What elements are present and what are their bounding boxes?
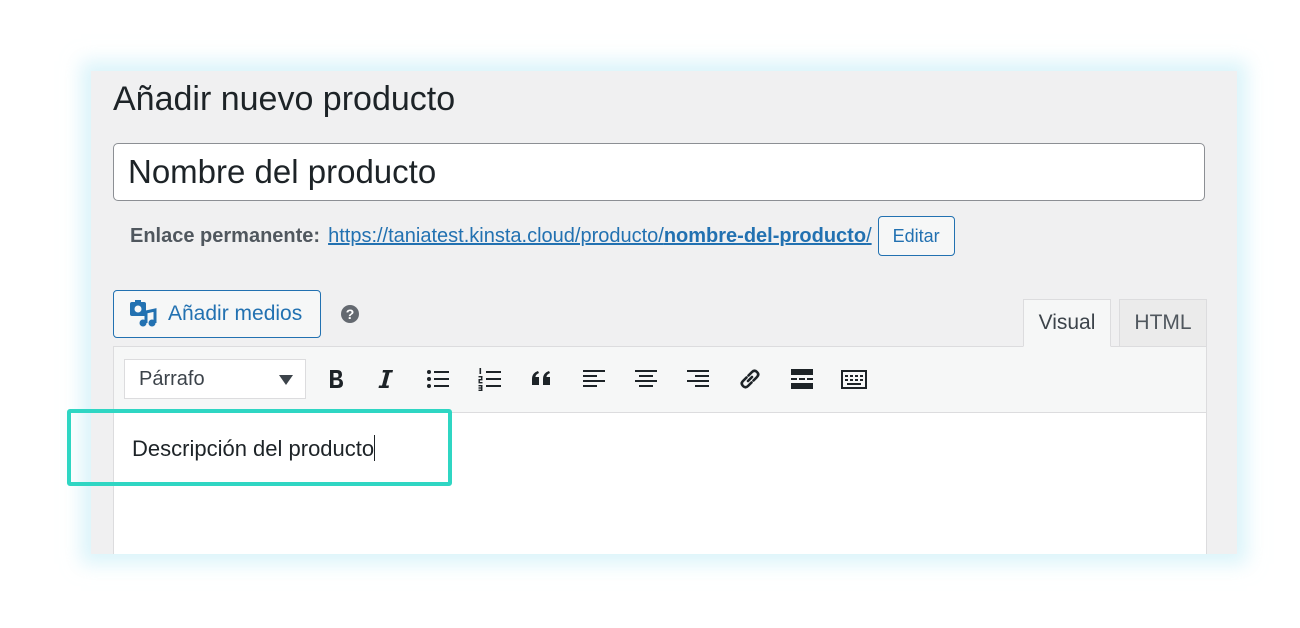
permalink-url-base: https://taniatest.kinsta.cloud/producto/ xyxy=(328,224,664,247)
format-select[interactable]: Párrafo xyxy=(124,359,306,399)
permalink-slug: nombre-del-producto xyxy=(663,224,867,247)
page-title: Añadir nuevo producto xyxy=(113,80,456,118)
product-title-input[interactable]: Nombre del producto xyxy=(113,143,1205,201)
description-highlight-box xyxy=(67,409,452,486)
blockquote-icon[interactable] xyxy=(526,363,558,395)
bold-icon[interactable] xyxy=(320,363,352,395)
chevron-down-icon xyxy=(279,375,293,385)
permalink-url-trail: / xyxy=(866,224,872,247)
align-left-icon[interactable] xyxy=(578,363,610,395)
tab-visual[interactable]: Visual xyxy=(1023,299,1111,347)
permalink-label: Enlace permanente: xyxy=(130,224,321,247)
tab-html[interactable]: HTML xyxy=(1119,299,1207,347)
italic-icon[interactable] xyxy=(370,363,402,395)
numbered-list-icon[interactable] xyxy=(474,363,506,395)
link-icon[interactable] xyxy=(734,363,766,395)
edit-permalink-button[interactable]: Editar xyxy=(877,216,955,256)
bulleted-list-icon[interactable] xyxy=(422,363,454,395)
permalink-row: Enlace permanente: https://taniatest.kin… xyxy=(130,215,955,257)
read-more-icon[interactable] xyxy=(786,363,818,395)
toolbar-toggle-icon[interactable] xyxy=(838,363,870,395)
align-center-icon[interactable] xyxy=(630,363,662,395)
format-select-value: Párrafo xyxy=(139,367,205,390)
editor-toolbar: Párrafo xyxy=(114,347,1206,413)
help-icon[interactable]: ? xyxy=(341,305,359,323)
media-icon xyxy=(130,300,157,327)
permalink-link[interactable]: https://taniatest.kinsta.cloud/producto/… xyxy=(328,225,872,248)
add-media-button[interactable]: Añadir medios xyxy=(113,290,321,338)
align-right-icon[interactable] xyxy=(682,363,714,395)
add-media-label: Añadir medios xyxy=(168,302,303,325)
